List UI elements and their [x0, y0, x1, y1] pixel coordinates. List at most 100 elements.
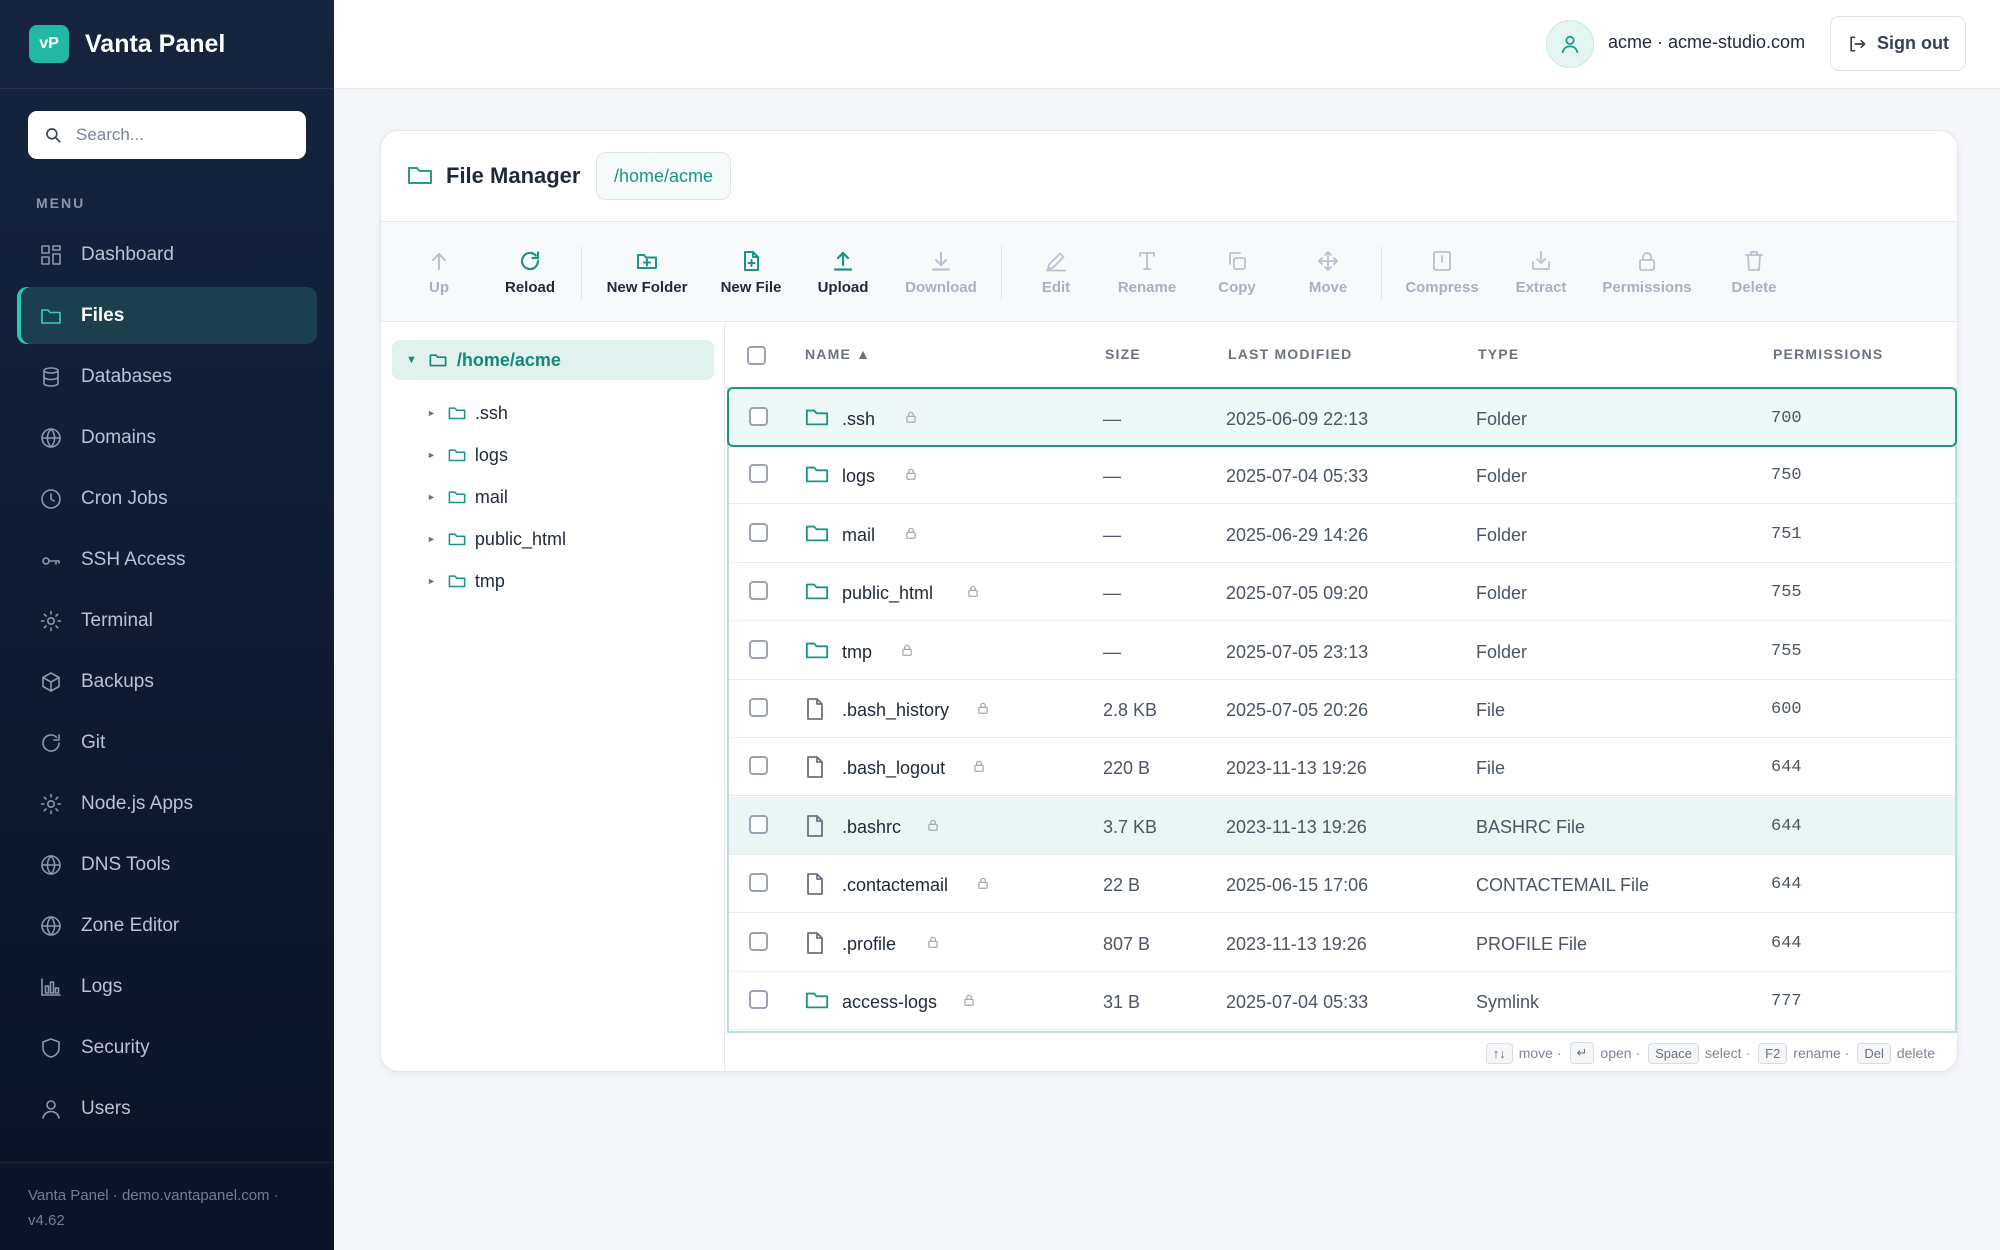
- sidebar-item-ssh-access[interactable]: SSH Access: [17, 531, 317, 588]
- tree-item[interactable]: ► .ssh: [427, 398, 508, 428]
- table-row[interactable]: .bash_logout 220 B 2023-11-13 19:26 File…: [729, 738, 1955, 797]
- lock-icon[interactable]: [926, 934, 940, 950]
- caret-right-icon[interactable]: ►: [427, 534, 436, 544]
- sidebar-item-dashboard[interactable]: Dashboard: [17, 226, 317, 283]
- new-file-button[interactable]: New File: [706, 222, 796, 322]
- sidebar-item-git[interactable]: Git: [17, 714, 317, 771]
- table-row[interactable]: .bashrc 3.7 KB 2023-11-13 19:26 BASHRC F…: [729, 796, 1955, 855]
- lock-icon[interactable]: [926, 817, 940, 833]
- col-modified[interactable]: LAST MODIFIED: [1228, 346, 1352, 362]
- row-checkbox[interactable]: [749, 464, 768, 484]
- file-permissions[interactable]: 700: [1771, 409, 1802, 428]
- row-checkbox[interactable]: [749, 873, 768, 893]
- col-type[interactable]: TYPE: [1478, 346, 1519, 362]
- sidebar-item-node-js-apps[interactable]: Node.js Apps: [17, 775, 317, 832]
- table-row[interactable]: .bash_history 2.8 KB 2025-07-05 20:26 Fi…: [729, 680, 1955, 738]
- file-name[interactable]: .bashrc: [842, 817, 901, 838]
- move-button[interactable]: Move: [1293, 222, 1363, 322]
- copy-button[interactable]: Copy: [1202, 222, 1272, 322]
- brand[interactable]: vP Vanta Panel: [0, 0, 334, 89]
- file-permissions[interactable]: 644: [1771, 817, 1802, 836]
- sidebar-item-cron-jobs[interactable]: Cron Jobs: [17, 470, 317, 527]
- file-permissions[interactable]: 777: [1771, 992, 1802, 1011]
- file-name[interactable]: .bash_logout: [842, 758, 945, 779]
- table-row[interactable]: mail — 2025-06-29 14:26 Folder 751: [729, 505, 1955, 563]
- row-checkbox[interactable]: [749, 581, 768, 601]
- lock-icon[interactable]: [904, 466, 918, 482]
- sidebar-item-backups[interactable]: Backups: [17, 653, 317, 710]
- tree-root[interactable]: ▼ /home/acme: [392, 340, 714, 380]
- file-permissions[interactable]: 755: [1771, 583, 1802, 602]
- file-permissions[interactable]: 644: [1771, 875, 1802, 894]
- search-box[interactable]: [28, 111, 306, 159]
- table-row[interactable]: logs — 2025-07-04 05:33 Folder 750: [729, 446, 1955, 505]
- file-permissions[interactable]: 755: [1771, 642, 1802, 661]
- col-size[interactable]: SIZE: [1105, 346, 1141, 362]
- up-button[interactable]: Up: [404, 222, 474, 322]
- file-permissions[interactable]: 600: [1771, 700, 1802, 719]
- row-checkbox[interactable]: [749, 990, 768, 1009]
- caret-right-icon[interactable]: ►: [427, 450, 436, 460]
- search-input[interactable]: [76, 125, 296, 145]
- file-name[interactable]: .contactemail: [842, 875, 948, 896]
- file-permissions[interactable]: 750: [1771, 466, 1802, 485]
- table-row[interactable]: .profile 807 B 2023-11-13 19:26 PROFILE …: [729, 914, 1955, 972]
- lock-icon[interactable]: [966, 583, 980, 599]
- tree-item[interactable]: ► public_html: [427, 524, 566, 554]
- permissions-button[interactable]: Permissions: [1592, 222, 1702, 322]
- col-name[interactable]: NAME ▲: [805, 346, 871, 362]
- sidebar-item-files[interactable]: Files: [17, 287, 317, 344]
- file-permissions[interactable]: 644: [1771, 758, 1802, 777]
- caret-down-icon[interactable]: ▼: [406, 354, 417, 366]
- file-name[interactable]: .bash_history: [842, 700, 949, 721]
- file-name[interactable]: tmp: [842, 642, 872, 663]
- compress-button[interactable]: Compress: [1392, 222, 1492, 322]
- sign-out-button[interactable]: Sign out: [1830, 16, 1966, 71]
- row-checkbox[interactable]: [749, 522, 768, 542]
- caret-right-icon[interactable]: ►: [427, 408, 436, 418]
- reload-button[interactable]: Reload: [490, 222, 570, 322]
- caret-right-icon[interactable]: ►: [427, 576, 436, 586]
- lock-icon[interactable]: [962, 992, 976, 1008]
- lock-icon[interactable]: [976, 875, 990, 891]
- file-permissions[interactable]: 751: [1771, 525, 1802, 544]
- file-name[interactable]: mail: [842, 525, 875, 546]
- tree-item[interactable]: ► mail: [427, 482, 508, 512]
- lock-icon[interactable]: [900, 642, 914, 658]
- caret-right-icon[interactable]: ►: [427, 492, 436, 502]
- lock-icon[interactable]: [904, 525, 918, 541]
- lock-icon[interactable]: [904, 409, 918, 425]
- row-checkbox[interactable]: [749, 639, 768, 659]
- table-row[interactable]: public_html — 2025-07-05 09:20 Folder 75…: [729, 563, 1955, 622]
- row-checkbox[interactable]: [749, 814, 768, 834]
- lock-icon[interactable]: [972, 758, 986, 774]
- download-button[interactable]: Download: [891, 222, 991, 322]
- sidebar-item-databases[interactable]: Databases: [17, 348, 317, 405]
- table-row[interactable]: .contactemail 22 B 2025-06-15 17:06 CONT…: [729, 855, 1955, 914]
- select-all-checkbox[interactable]: [747, 346, 766, 365]
- sidebar-item-terminal[interactable]: Terminal: [17, 592, 317, 649]
- row-checkbox[interactable]: [749, 756, 768, 776]
- file-name[interactable]: access-logs: [842, 992, 937, 1013]
- sidebar-item-logs[interactable]: Logs: [17, 958, 317, 1015]
- file-name[interactable]: .profile: [842, 934, 896, 955]
- file-permissions[interactable]: 644: [1771, 934, 1802, 953]
- delete-button[interactable]: Delete: [1714, 222, 1794, 322]
- sidebar-item-users[interactable]: Users: [17, 1080, 317, 1137]
- row-checkbox[interactable]: [749, 698, 768, 717]
- file-name[interactable]: logs: [842, 466, 875, 487]
- row-checkbox[interactable]: [749, 407, 768, 426]
- table-row[interactable]: tmp — 2025-07-05 23:13 Folder 755: [729, 622, 1955, 680]
- file-name[interactable]: .ssh: [842, 409, 875, 430]
- upload-button[interactable]: Upload: [803, 222, 883, 322]
- current-path-chip[interactable]: /home/acme: [596, 152, 732, 200]
- avatar[interactable]: [1546, 20, 1594, 68]
- file-name[interactable]: public_html: [842, 583, 933, 604]
- row-checkbox[interactable]: [749, 931, 768, 951]
- rename-button[interactable]: Rename: [1102, 222, 1192, 322]
- sidebar-item-security[interactable]: Security: [17, 1019, 317, 1076]
- table-row[interactable]: access-logs 31 B 2025-07-04 05:33 Symlin…: [729, 972, 1955, 1030]
- extract-button[interactable]: Extract: [1501, 222, 1581, 322]
- edit-button[interactable]: Edit: [1021, 222, 1091, 322]
- col-permissions[interactable]: PERMISSIONS: [1773, 346, 1883, 362]
